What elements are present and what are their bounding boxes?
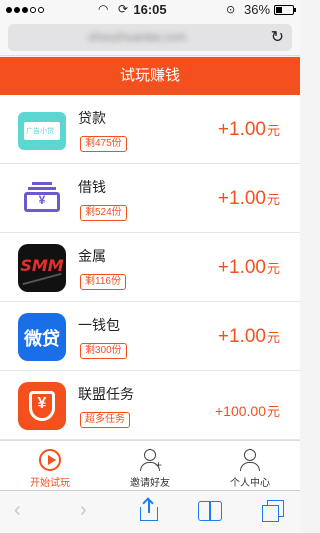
tab-label: 个人中心 [230, 478, 270, 489]
rotation-lock-icon: ⊙ [226, 4, 236, 16]
tab-label: 开始试玩 [30, 478, 70, 489]
remaining-badge: 剩116份 [80, 274, 126, 290]
battery-icon [274, 5, 296, 15]
forward-arrow-icon[interactable]: › [80, 499, 87, 522]
browser-toolbar: ‹ › [0, 490, 300, 533]
bookmarks-icon[interactable] [198, 501, 222, 521]
tab-bar: 开始试玩 + 邀请好友 个人中心 [0, 440, 300, 490]
address-field[interactable]: shouzhuanba.com ↻ [8, 24, 292, 51]
task-name: 贷款 [78, 110, 106, 126]
reload-icon[interactable]: ↻ [271, 27, 284, 47]
task-row-borrow[interactable]: 借钱 剩524份 +1.00元 [0, 164, 300, 233]
tab-label: 邀请好友 [130, 478, 170, 489]
tabs-icon[interactable] [262, 500, 284, 522]
borrow-money-icon [18, 175, 66, 223]
reward-amount: +1.00元 [217, 257, 280, 278]
page-title: 试玩赚钱 [0, 57, 300, 95]
task-name: 金属 [78, 248, 106, 264]
reward-amount: +100.00元 [214, 403, 280, 419]
wallet-app-icon: 微贷 [18, 313, 66, 361]
remaining-badge: 超多任务 [80, 412, 130, 428]
task-row-metal[interactable]: SMM 金属 剩116份 +1.00元 [0, 233, 300, 302]
task-name: 借钱 [78, 179, 106, 195]
alliance-task-icon: ¥ [18, 382, 66, 430]
task-row-wallet[interactable]: 微贷 一钱包 剩300份 +1.00元 [0, 302, 300, 371]
metal-app-icon: SMM [18, 244, 66, 292]
task-list: 广告小贷 贷款 剩475份 +1.00元 借钱 剩524份 +1.00元 SMM… [0, 95, 300, 440]
add-friend-icon: + [139, 449, 162, 471]
tab-start-trial[interactable]: 开始试玩 [0, 441, 100, 491]
remaining-badge: 剩300份 [80, 343, 127, 359]
status-bar: ◠ ⟳ 16:05 ⊙ 36% [0, 0, 300, 20]
reward-amount: +1.00元 [217, 119, 280, 140]
tab-personal-center[interactable]: 个人中心 [200, 441, 300, 491]
reward-amount: +1.00元 [217, 188, 280, 209]
loan-app-icon: 广告小贷 [18, 106, 66, 154]
browser-url-bar: shouzhuanba.com ↻ [0, 20, 300, 56]
task-row-alliance[interactable]: ¥ 联盟任务 超多任务 +100.00元 [0, 371, 300, 440]
url-text: shouzhuanba.com [88, 30, 187, 44]
play-icon [39, 449, 61, 471]
reward-amount: +1.00元 [217, 326, 280, 347]
battery-percent: 36% [244, 2, 271, 17]
share-icon[interactable] [140, 499, 158, 521]
task-name: 联盟任务 [78, 386, 134, 402]
remaining-badge: 剩475份 [80, 136, 127, 152]
task-row-loan[interactable]: 广告小贷 贷款 剩475份 +1.00元 [0, 95, 300, 164]
tab-invite-friends[interactable]: + 邀请好友 [100, 441, 200, 491]
remaining-badge: 剩524份 [80, 205, 127, 221]
back-arrow-icon[interactable]: ‹ [14, 499, 21, 522]
person-icon [239, 449, 261, 471]
task-name: 一钱包 [78, 317, 120, 333]
